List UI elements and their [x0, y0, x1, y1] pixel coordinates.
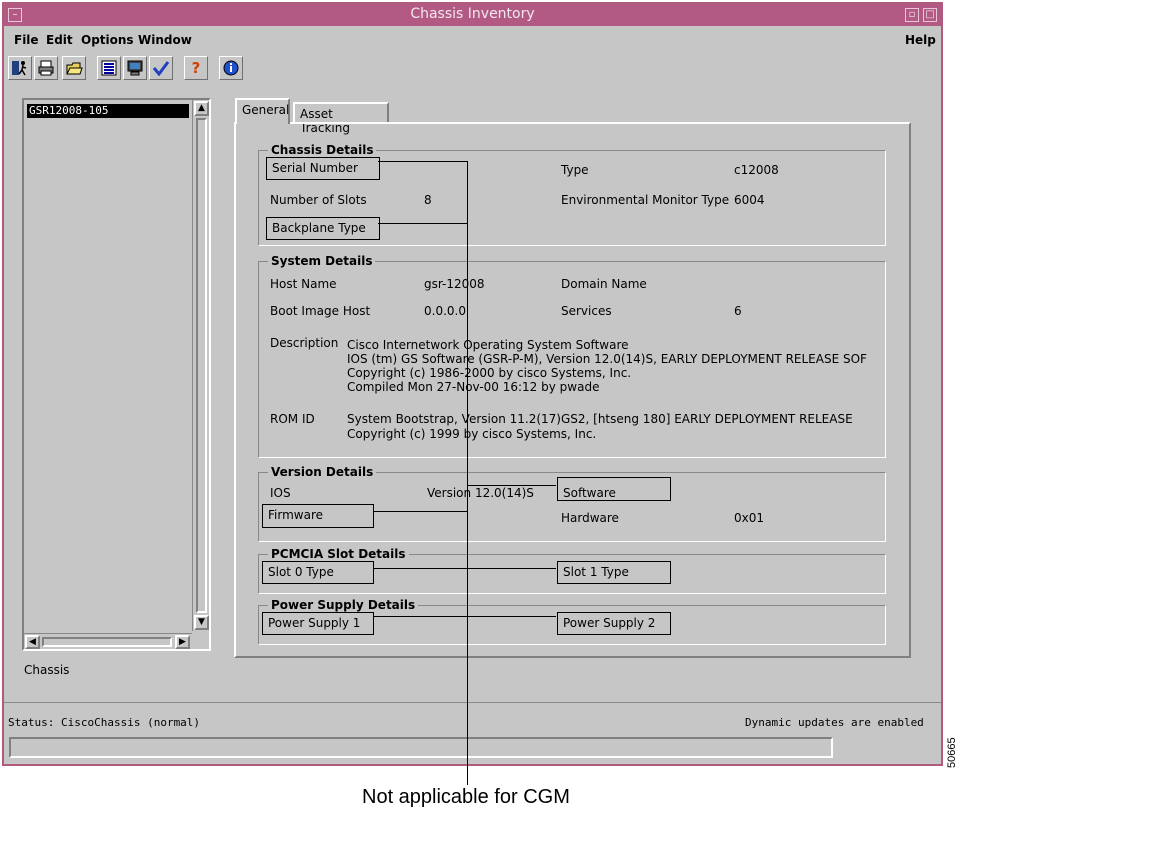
scroll-left-icon[interactable]: ◀: [25, 635, 40, 649]
description-line: IOS (tm) GS Software (GSR-P-M), Version …: [347, 352, 867, 366]
menu-window[interactable]: Window: [138, 33, 192, 47]
scroll-track[interactable]: [196, 118, 207, 613]
callout-trunk-line: [467, 161, 468, 785]
exit-icon[interactable]: [8, 56, 32, 80]
tree-caption: Chassis: [24, 663, 70, 677]
boot-host-label: Boot Image Host: [270, 304, 371, 318]
env-monitor-value: 6004: [734, 193, 765, 207]
version-details-title: Version Details: [268, 465, 377, 479]
vertical-scrollbar[interactable]: ▲ ▼: [192, 100, 210, 631]
open-folder-icon[interactable]: [62, 56, 86, 80]
description-text: Cisco Internetwork Operating System Soft…: [347, 338, 874, 394]
horizontal-scrollbar[interactable]: ◀ ▶: [24, 633, 192, 650]
callout-line-power: [374, 616, 556, 617]
status-divider: [4, 702, 941, 703]
slots-label: Number of Slots: [270, 193, 367, 207]
description-line: Cisco Internetwork Operating System Soft…: [347, 338, 629, 352]
tab-general[interactable]: General: [235, 98, 290, 124]
menu-help[interactable]: Help: [905, 33, 936, 47]
callout-line-firmware: [374, 511, 468, 512]
callout-text: Not applicable for CGM: [362, 786, 570, 808]
maximize-icon[interactable]: □: [923, 8, 937, 22]
env-monitor-label: Environmental Monitor Type: [561, 193, 730, 207]
host-name-label: Host Name: [270, 277, 337, 291]
scroll-right-icon[interactable]: ▶: [175, 635, 190, 649]
status-message-field: [9, 737, 833, 758]
chassis-tree[interactable]: GSR12008-105 ▲ ▼ ◀ ▶: [22, 98, 211, 651]
power-supply-1-label: Power Supply 1: [262, 612, 374, 635]
h-scroll-track[interactable]: [42, 637, 172, 647]
hardware-value: 0x01: [734, 511, 765, 525]
callout-line-backplane: [378, 223, 468, 224]
backplane-type-label: Backplane Type: [266, 217, 380, 240]
power-supply-2-label: Power Supply 2: [557, 612, 671, 635]
menu-options[interactable]: Options: [81, 33, 134, 47]
monitor-icon[interactable]: [123, 56, 147, 80]
print-icon[interactable]: [34, 56, 58, 80]
tree-item-selected[interactable]: GSR12008-105: [27, 104, 189, 118]
pcmcia-details-title: PCMCIA Slot Details: [268, 547, 409, 561]
system-details-title: System Details: [268, 254, 376, 268]
dynamic-updates-text: Dynamic updates are enabled: [745, 716, 924, 729]
description-label: Description: [270, 336, 339, 350]
tab-asset-tracking[interactable]: Asset Tracking: [293, 102, 389, 135]
window-title: Chassis Inventory: [410, 6, 535, 22]
list-icon[interactable]: [97, 56, 121, 80]
callout-line-slots: [374, 568, 556, 569]
minimize-icon[interactable]: ▫: [905, 8, 919, 22]
help-icon[interactable]: ?: [184, 56, 208, 80]
type-value: c12008: [734, 163, 779, 177]
firmware-label: Firmware: [262, 504, 374, 528]
rom-id-text: System Bootstrap, Version 11.2(17)GS2, […: [347, 412, 874, 442]
rom-id-label: ROM ID: [270, 412, 315, 426]
chassis-inventory-window: – Chassis Inventory ▫ □ File Edit Option…: [2, 2, 943, 766]
menu-bar: File Edit Options Window Help: [4, 28, 941, 52]
rom-id-line: System Bootstrap, Version 11.2(17)GS2, […: [347, 412, 853, 426]
serial-number-label: Serial Number: [266, 157, 380, 180]
host-name-value: gsr-12008: [424, 277, 485, 291]
info-icon[interactable]: [219, 56, 243, 80]
domain-name-label: Domain Name: [561, 277, 647, 291]
description-line: Copyright (c) 1986-2000 by cisco Systems…: [347, 366, 632, 380]
figure-id-wrap: 50665: [946, 737, 960, 808]
scroll-down-icon[interactable]: ▼: [194, 615, 209, 630]
ios-value: Version 12.0(14)S: [427, 486, 534, 500]
menu-edit[interactable]: Edit: [46, 33, 73, 47]
power-details-title: Power Supply Details: [268, 598, 419, 612]
software-label: Software: [557, 477, 671, 501]
slot1-type-label: Slot 1 Type: [557, 561, 671, 584]
services-value: 6: [734, 304, 742, 318]
callout-line-software: [468, 485, 556, 486]
boot-host-value: 0.0.0.0: [424, 304, 466, 318]
ios-label: IOS: [270, 486, 291, 500]
hardware-label: Hardware: [561, 511, 619, 525]
figure-id: 50665: [946, 737, 958, 768]
services-label: Services: [561, 304, 612, 318]
slot0-type-label: Slot 0 Type: [262, 561, 374, 584]
type-label: Type: [561, 163, 589, 177]
callout-line-serial: [378, 161, 468, 162]
title-bar[interactable]: – Chassis Inventory ▫ □: [4, 4, 941, 26]
chassis-details-title: Chassis Details: [268, 143, 377, 157]
rom-id-line: Copyright (c) 1999 by cisco Systems, Inc…: [347, 427, 597, 441]
status-text: Status: CiscoChassis (normal): [8, 716, 201, 729]
slots-value: 8: [424, 193, 432, 207]
scroll-up-icon[interactable]: ▲: [194, 101, 209, 116]
tab-panel-general: Chassis Details Serial Number Type c1200…: [234, 122, 911, 658]
checkmark-icon[interactable]: [149, 56, 173, 80]
menu-file[interactable]: File: [14, 33, 39, 47]
description-line: Compiled Mon 27-Nov-00 16:12 by pwade: [347, 380, 600, 394]
